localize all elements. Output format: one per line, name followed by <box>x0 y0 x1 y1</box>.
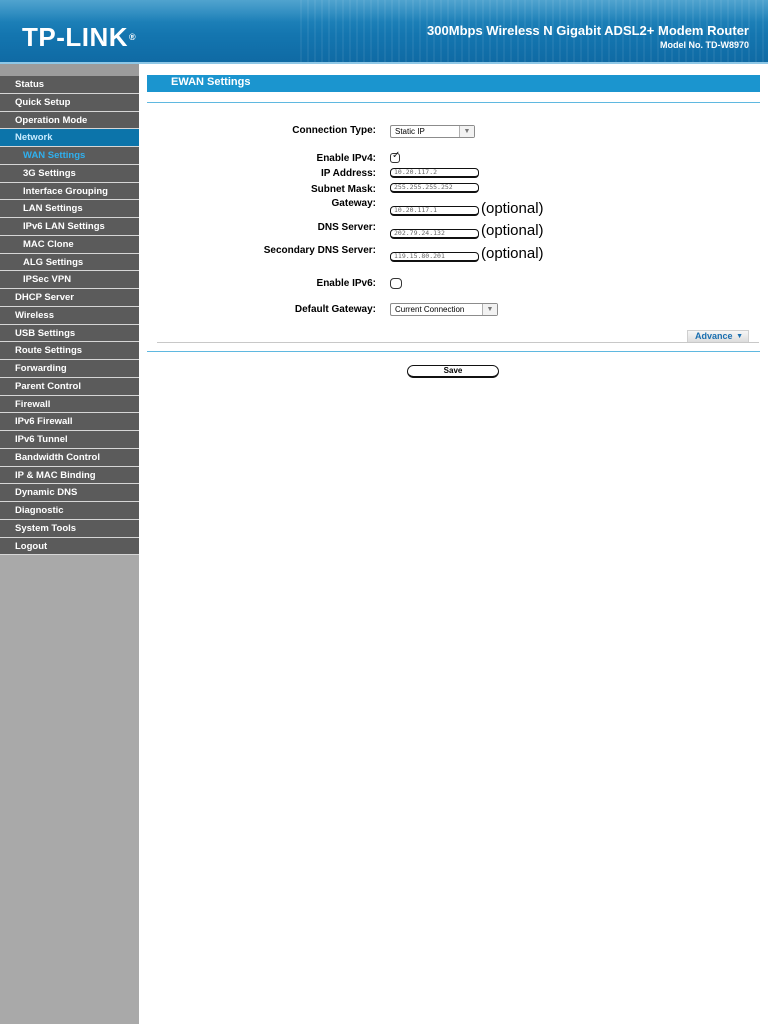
sidebar-item-diagnostic[interactable]: Diagnostic <box>0 502 139 520</box>
caret-down-icon: ▼ <box>736 333 743 340</box>
sidebar-item-ipv6-tunnel[interactable]: IPv6 Tunnel <box>0 431 139 449</box>
sidebar-top-cap <box>0 64 139 76</box>
logo-registered-mark: ® <box>129 32 137 42</box>
sidebar-item-dynamic-dns[interactable]: Dynamic DNS <box>0 484 139 502</box>
ip-address-label: IP Address: <box>320 168 376 179</box>
sidebar-item-system-tools[interactable]: System Tools <box>0 519 139 538</box>
sidebar-item-wireless[interactable]: Wireless <box>0 306 139 325</box>
sidebar-item-status[interactable]: Status <box>0 76 139 94</box>
form-divider <box>147 351 760 352</box>
sidebar-item-route-settings[interactable]: Route Settings <box>0 342 139 360</box>
dns-server-label: DNS Server: <box>317 222 376 233</box>
advance-divider <box>157 342 759 343</box>
dns-server-field[interactable]: 202.79.24.132 <box>390 229 479 239</box>
sidebar-item-bandwidth-control[interactable]: Bandwidth Control <box>0 448 139 467</box>
logo-text: TP-LINK <box>22 22 129 52</box>
connection-type-value: Static IP <box>395 127 425 136</box>
logo: TP-LINK® <box>22 22 136 52</box>
sidebar-item-firewall[interactable]: Firewall <box>0 395 139 414</box>
enable-ipv6-checkbox[interactable] <box>390 278 402 289</box>
ip-address-field[interactable]: 10.20.117.2 <box>390 168 479 178</box>
default-gateway-select[interactable]: Current Connection ▼ <box>390 303 498 316</box>
default-gateway-label: Default Gateway: <box>294 304 376 315</box>
save-button[interactable]: Save <box>407 365 499 378</box>
dns-server-optional-note: (optional) <box>481 222 544 239</box>
sidebar-item-ipsec-vpn[interactable]: IPSec VPN <box>0 271 139 289</box>
sidebar-item-dhcp-server[interactable]: DHCP Server <box>0 289 139 307</box>
sidebar-item-interface-grouping[interactable]: Interface Grouping <box>0 182 139 201</box>
sidebar-item-wan-settings[interactable]: WAN Settings <box>0 147 139 165</box>
sidebar-item-3g-settings[interactable]: 3G Settings <box>0 164 139 183</box>
enable-ipv4-checkbox[interactable]: ✓ <box>390 150 401 163</box>
title-divider <box>147 102 760 103</box>
checkmark-icon: ✓ <box>392 150 401 161</box>
enable-ipv4-label: Enable IPv4: <box>316 153 376 164</box>
sidebar-item-forwarding[interactable]: Forwarding <box>0 360 139 378</box>
sidebar-item-usb-settings[interactable]: USB Settings <box>0 324 139 343</box>
sidebar-item-mac-clone[interactable]: MAC Clone <box>0 235 139 254</box>
sidebar-item-lan-settings[interactable]: LAN Settings <box>0 200 139 218</box>
product-name: 300Mbps Wireless N Gigabit ADSL2+ Modem … <box>427 23 749 38</box>
sidebar-item-parent-control[interactable]: Parent Control <box>0 377 139 396</box>
sidebar-item-logout[interactable]: Logout <box>0 537 139 556</box>
secondary-dns-field[interactable]: 119.15.80.201 <box>390 252 479 262</box>
secondary-dns-optional-note: (optional) <box>481 245 544 262</box>
sidebar-item-ipv6-firewall[interactable]: IPv6 Firewall <box>0 413 139 431</box>
sidebar-item-alg-settings[interactable]: ALG Settings <box>0 253 139 272</box>
sidebar-item-ip-mac-binding[interactable]: IP & MAC Binding <box>0 466 139 485</box>
connection-type-label: Connection Type: <box>292 125 376 136</box>
default-gateway-value: Current Connection <box>395 305 465 314</box>
gateway-label: Gateway: <box>331 198 376 209</box>
enable-ipv6-label: Enable IPv6: <box>316 278 376 289</box>
page-title: EWAN Settings <box>147 75 760 92</box>
subnet-mask-field[interactable]: 255.255.255.252 <box>390 183 479 193</box>
header-banner: TP-LINK® 300Mbps Wireless N Gigabit ADSL… <box>0 0 768 62</box>
subnet-mask-label: Subnet Mask: <box>310 184 376 195</box>
advance-label: Advance <box>695 331 733 341</box>
sidebar-item-operation-mode[interactable]: Operation Mode <box>0 111 139 130</box>
connection-type-select[interactable]: Static IP ▼ <box>390 125 475 138</box>
sidebar-menu: Status Quick Setup Operation Mode Networ… <box>0 76 139 556</box>
gateway-field[interactable]: 10.20.117.1 <box>390 206 479 216</box>
chevron-down-icon: ▼ <box>459 126 474 137</box>
sidebar-item-quick-setup[interactable]: Quick Setup <box>0 93 139 112</box>
secondary-dns-label: Secondary DNS Server: <box>263 245 376 256</box>
sidebar-item-network[interactable]: Network <box>0 129 139 147</box>
chevron-down-icon: ▼ <box>482 304 497 315</box>
gateway-optional-note: (optional) <box>481 200 544 217</box>
model-number: Model No. TD-W8970 <box>659 40 749 50</box>
sidebar-item-ipv6-lan-settings[interactable]: IPv6 LAN Settings <box>0 218 139 236</box>
